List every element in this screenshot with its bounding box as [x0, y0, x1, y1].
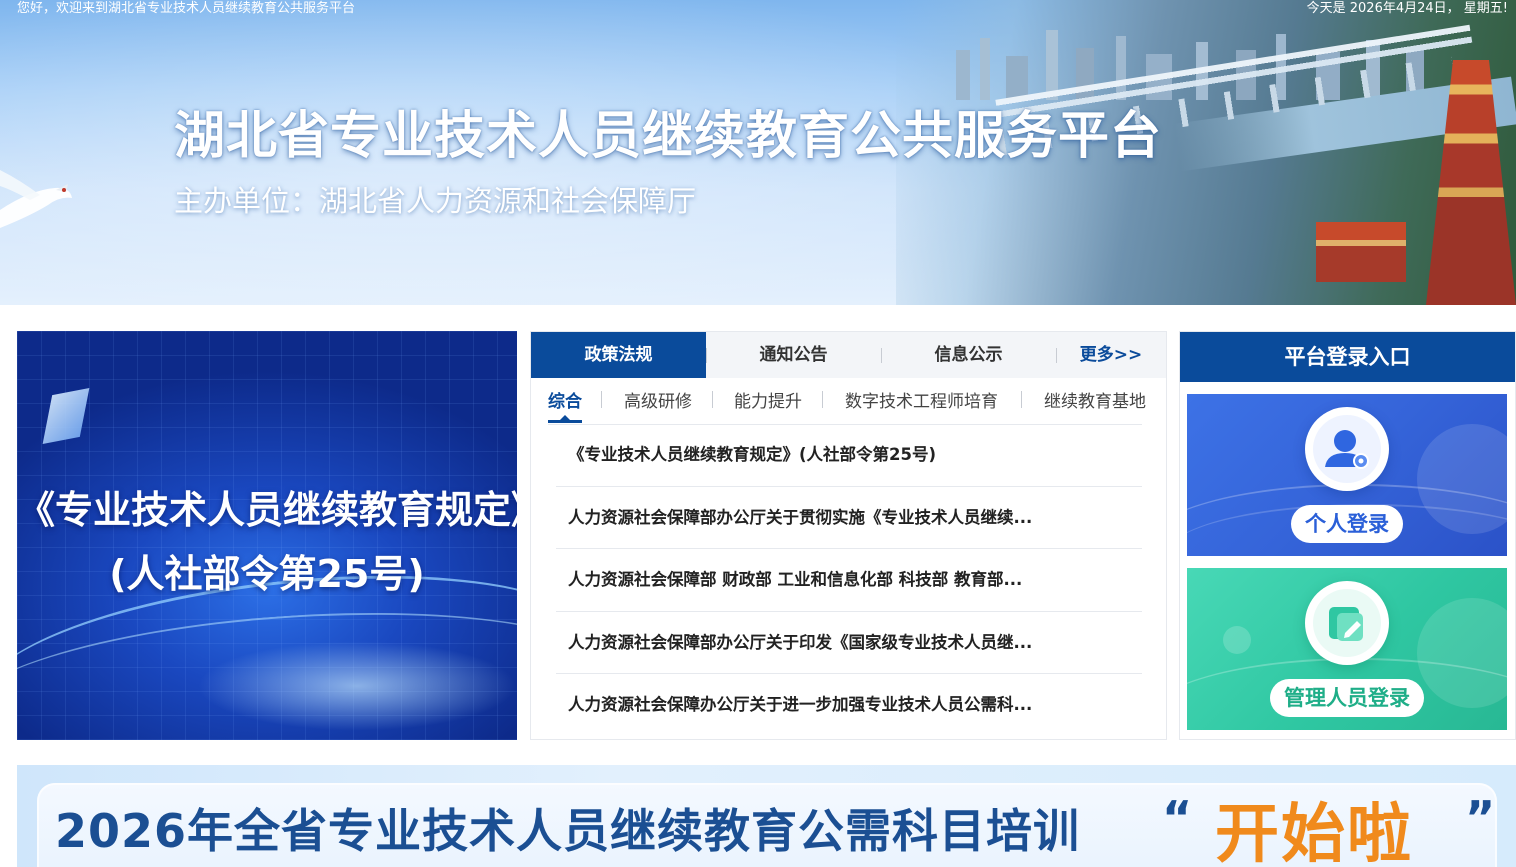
subtab-divider: [601, 391, 602, 408]
news-item[interactable]: 人力资源社会保障部 财政部 工业和信息化部 科技部 教育部...: [556, 549, 1142, 612]
promo-quote-close: ”: [1465, 791, 1496, 845]
edit-icon: [1305, 581, 1389, 665]
admin-login-label: 管理人员登录: [1270, 679, 1424, 717]
promo-quote-open: “: [1162, 791, 1193, 845]
news-item[interactable]: 人力资源社会保障部办公厅关于贯彻实施《专业技术人员继续...: [556, 487, 1142, 549]
subtab-digital-engineer[interactable]: 数字技术工程师培育: [845, 388, 998, 418]
tab-notices[interactable]: 通知公告: [706, 332, 881, 378]
site-title: 湖北省专业技术人员继续教育公共服务平台: [174, 107, 1163, 166]
top-info-bar: 您好，欢迎来到湖北省专业技术人员继续教育公共服务平台 今天是 2026年4月24…: [0, 0, 1516, 20]
subtab-divider: [712, 391, 713, 408]
header-banner: 您好，欢迎来到湖北省专业技术人员继续教育公共服务平台 今天是 2026年4月24…: [0, 0, 1516, 305]
welcome-text: 您好，欢迎来到湖北省专业技术人员继续教育公共服务平台: [17, 1, 356, 16]
crane-bird-icon: [0, 170, 72, 228]
feature-title: 《专业技术人员继续教育规定》: [17, 488, 517, 532]
more-link[interactable]: 更多>>: [1056, 332, 1166, 378]
current-date: 今天是 2026年4月24日， 星期五!: [1306, 1, 1508, 16]
tab-info[interactable]: 信息公示: [881, 332, 1056, 378]
feature-carousel[interactable]: 《专业技术人员继续教育规定》 (人社部令第25号): [17, 331, 517, 740]
subtab-ability[interactable]: 能力提升: [734, 388, 802, 418]
site-organizer: 主办单位：湖北省人力资源和社会保障厅: [174, 184, 697, 218]
news-item[interactable]: 人力资源社会保障部办公厅关于印发《国家级专业技术人员继...: [556, 612, 1142, 674]
user-icon: [1305, 407, 1389, 491]
tab-policy[interactable]: 政策法规: [531, 332, 706, 378]
personal-login-button[interactable]: 个人登录: [1187, 394, 1507, 556]
subtab-divider: [822, 391, 823, 408]
news-list: 《专业技术人员继续教育规定》(人社部令第25号) 人力资源社会保障部办公厅关于贯…: [556, 424, 1142, 737]
pavilion-gate-image: [1316, 222, 1406, 282]
news-tabs: 政策法规 通知公告 信息公示 更多>>: [531, 332, 1166, 378]
card-decoration: [1223, 626, 1251, 654]
subtab-advanced-training[interactable]: 高级研修: [624, 388, 692, 418]
promo-banner[interactable]: 2026年全省专业技术人员继续教育公需科目培训 “ 开始啦 ”: [17, 765, 1516, 867]
admin-login-button[interactable]: 管理人员登录: [1187, 568, 1507, 730]
subtab-divider: [1021, 391, 1022, 408]
subtab-general[interactable]: 综合: [548, 388, 582, 418]
personal-login-label: 个人登录: [1291, 505, 1403, 543]
news-item[interactable]: 《专业技术人员继续教育规定》(人社部令第25号): [556, 424, 1142, 487]
news-item[interactable]: 人力资源社会保障办公厅关于进一步加强专业技术人员公需科...: [556, 674, 1142, 737]
login-panel: 平台登录入口 个人登录 管理人员登录: [1179, 331, 1516, 740]
feature-subtitle: (人社部令第25号): [109, 552, 425, 596]
news-panel: 政策法规 通知公告 信息公示 更多>> 综合 高级研修 能力提升 数字技术工程师…: [530, 331, 1167, 740]
promo-highlight: 开始啦: [1215, 798, 1413, 867]
promo-text: 2026年全省专业技术人员继续教育公需科目培训: [55, 804, 1081, 858]
subtab-education-base[interactable]: 继续教育基地: [1044, 388, 1146, 418]
subtab-active-indicator: [548, 415, 582, 423]
login-panel-title: 平台登录入口: [1180, 332, 1515, 382]
